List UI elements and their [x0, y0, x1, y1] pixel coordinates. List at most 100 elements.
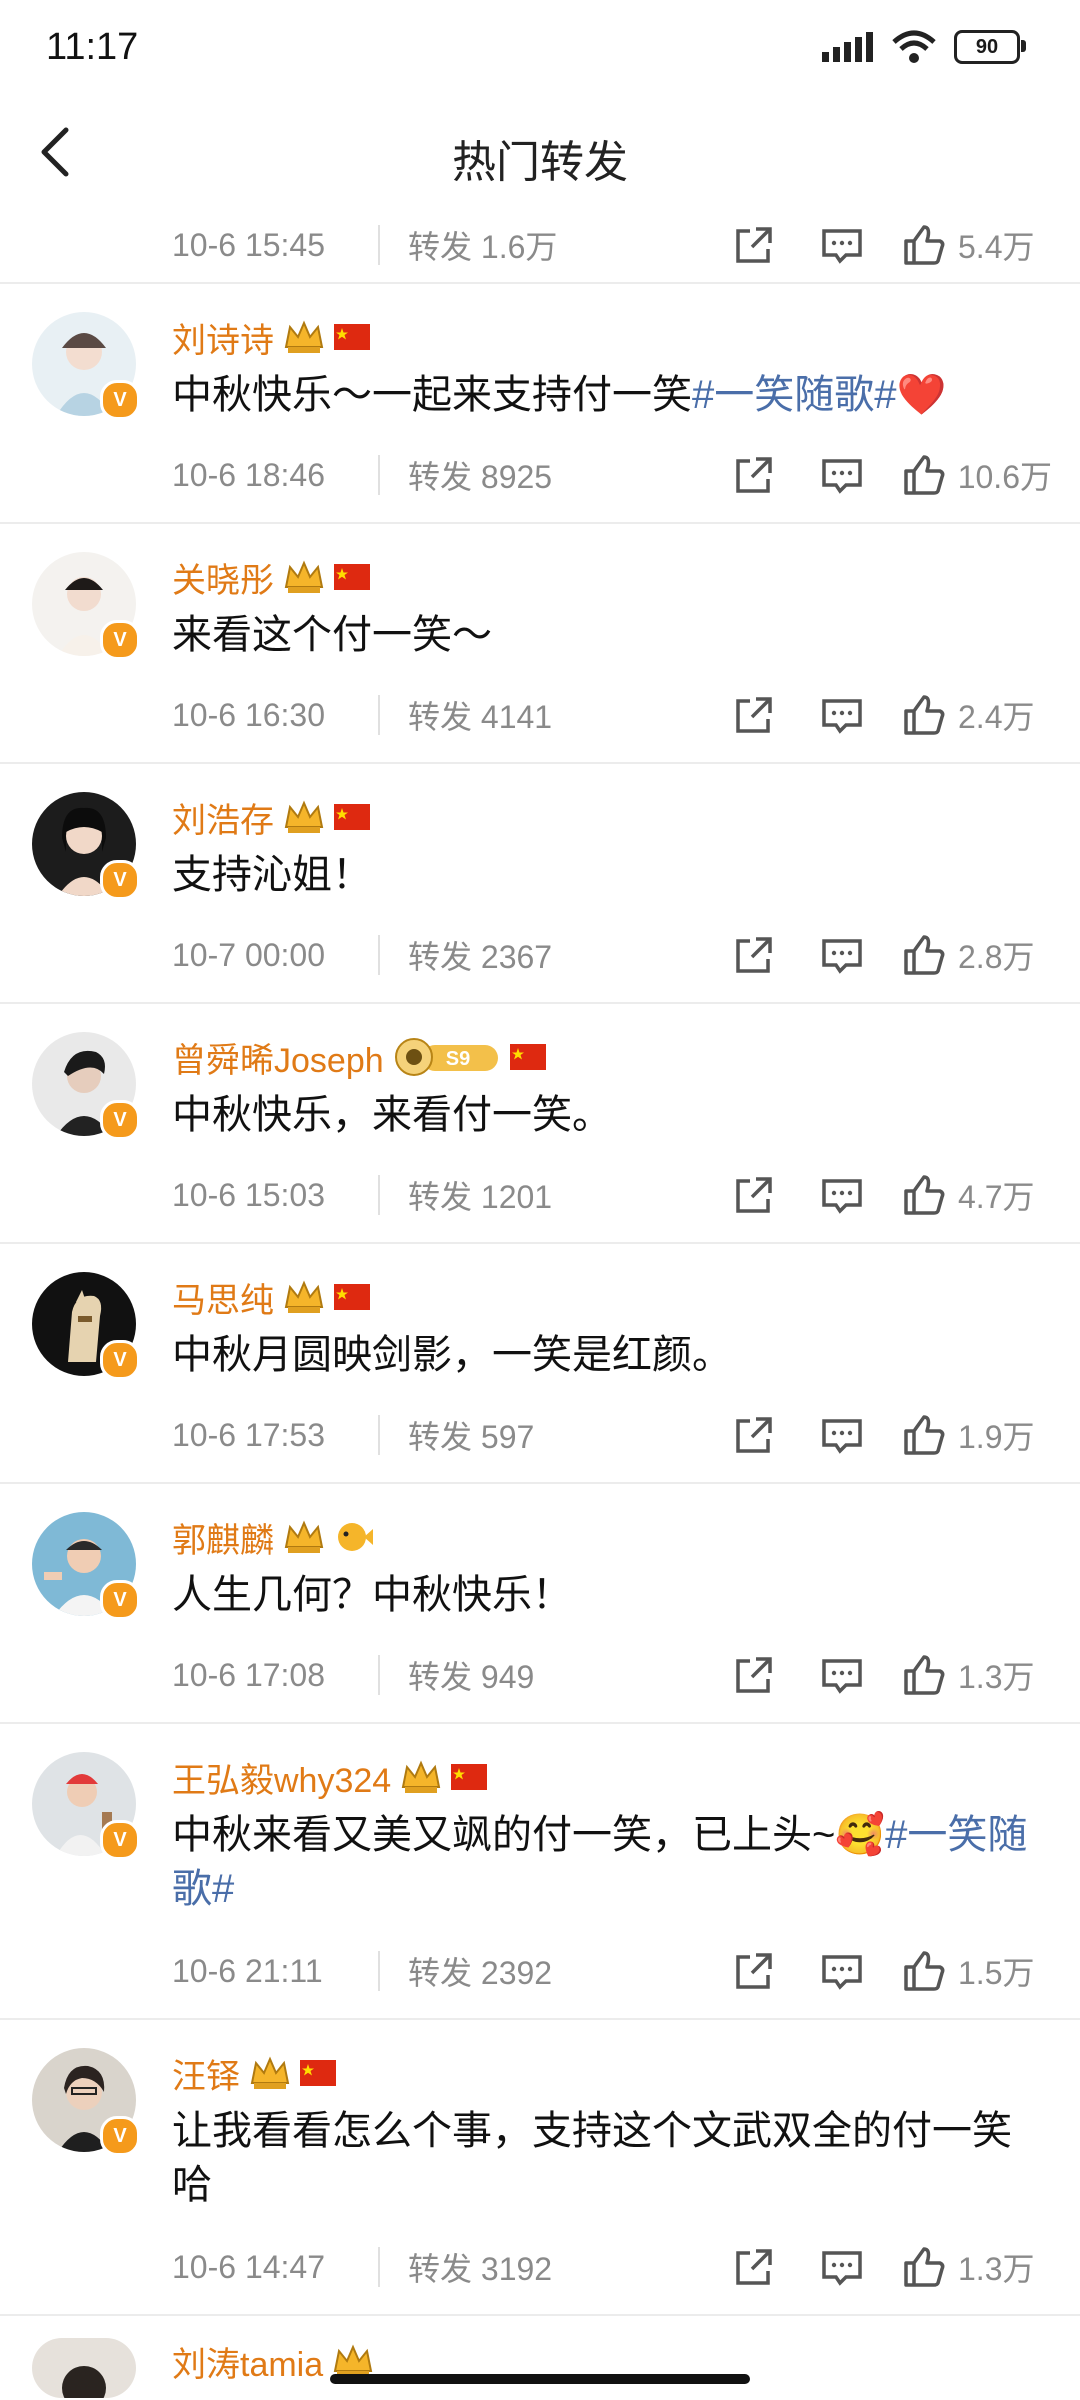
comment-icon[interactable]: [820, 1413, 864, 1457]
like-count: 1.3万: [958, 1659, 1035, 1695]
post-time: 10-6 15:03: [172, 1176, 326, 1213]
crown-badge-icon: [284, 560, 324, 593]
level-label: S9: [445, 1048, 469, 1070]
name-row: 王弘毅why324: [172, 1753, 488, 1802]
home-indicator[interactable]: [330, 2374, 750, 2384]
thumbs-up-icon: [904, 1175, 945, 1215]
verified-badge-icon: V: [100, 1340, 140, 1380]
share-icon[interactable]: [732, 223, 776, 267]
meta-divider: [378, 2247, 380, 2287]
like-button[interactable]: 1.5万: [902, 1948, 1052, 1994]
comment-icon[interactable]: [820, 1653, 864, 1697]
thumbs-up-icon: [904, 935, 945, 975]
post-text: 中秋快乐，来看付一笑。: [172, 1093, 612, 1137]
username[interactable]: 刘涛tamia: [172, 2337, 323, 2386]
name-row: 刘诗诗: [172, 314, 370, 360]
share-icon[interactable]: [732, 1413, 776, 1457]
battery-icon: 90: [954, 30, 1026, 64]
username[interactable]: 郭麒麟: [172, 1513, 274, 1562]
like-button[interactable]: 1.3万: [902, 1652, 1052, 1698]
like-button[interactable]: 5.4万: [902, 222, 1052, 268]
heart-emoji: ❤️: [896, 373, 947, 417]
share-icon[interactable]: [732, 1173, 776, 1217]
repost-count[interactable]: 转发 4141: [408, 692, 688, 738]
avatar[interactable]: [32, 2338, 136, 2398]
post-time: 10-7 00:00: [172, 936, 326, 973]
post-time: 10-6 17:53: [172, 1416, 326, 1453]
post-meta: 10-6 14:47 转发 3192 1.3万: [172, 2242, 1052, 2292]
meta-divider: [378, 1655, 380, 1695]
page-title: 热门转发: [452, 138, 628, 187]
post-meta: 10-6 16:30 转发 4141 2.4万: [172, 690, 1052, 740]
china-flag-icon: [509, 1044, 546, 1070]
username[interactable]: 汪铎: [172, 2049, 240, 2098]
share-icon[interactable]: [732, 693, 776, 737]
status-bar: 11:17 90: [0, 0, 1080, 100]
comment-icon[interactable]: [820, 223, 864, 267]
post-text: 中秋来看又美又飒的付一笑，已上头~🥰#一笑随歌#: [172, 1813, 1028, 1911]
repost-count[interactable]: 转发 2392: [408, 1948, 688, 1994]
comment-icon[interactable]: [820, 693, 864, 737]
china-flag-icon: [451, 1764, 488, 1790]
thumbs-up-icon: [904, 1415, 945, 1455]
username[interactable]: 马思纯: [172, 1273, 274, 1322]
username[interactable]: 刘诗诗: [172, 313, 274, 362]
repost-feed: 10-6 15:45 转发 1.6万 5.4万 V 刘诗诗 中秋快乐～一起来支持…: [0, 210, 1080, 2398]
post-time: 10-6 15:45: [172, 226, 326, 263]
meta-divider: [378, 695, 380, 735]
share-icon[interactable]: [732, 933, 776, 977]
like-count: 2.4万: [958, 699, 1035, 735]
share-icon[interactable]: [732, 1653, 776, 1697]
comment-icon[interactable]: [820, 453, 864, 497]
comment-icon[interactable]: [820, 1949, 864, 1993]
like-button[interactable]: 1.9万: [902, 1412, 1052, 1458]
repost-count[interactable]: 转发 949: [408, 1652, 688, 1698]
meta-divider: [378, 1415, 380, 1455]
thumbs-up-icon: [904, 1655, 945, 1695]
post-time: 10-6 18:46: [172, 456, 326, 493]
name-row: 郭麒麟: [172, 1514, 374, 1560]
username[interactable]: 刘浩存: [172, 793, 274, 842]
china-flag-icon: [300, 2060, 336, 2086]
thumbs-up-icon: [904, 695, 945, 735]
like-button[interactable]: 1.3万: [902, 2244, 1052, 2290]
pufferfish-badge-icon: [338, 1523, 373, 1551]
smiling-emoji: 🥰: [835, 1813, 886, 1857]
post-item: V 曾舜晞Joseph S9 中秋快乐，来看付一笑。 10-6 15:03 转发…: [0, 1004, 1080, 1242]
comment-icon[interactable]: [820, 2245, 864, 2289]
meta-divider: [378, 455, 380, 495]
repost-count[interactable]: 转发 2367: [408, 932, 688, 978]
like-button[interactable]: 10.6万: [902, 452, 1052, 498]
share-icon[interactable]: [732, 1949, 776, 1993]
comment-icon[interactable]: [820, 1173, 864, 1217]
like-button[interactable]: 4.7万: [902, 1172, 1052, 1218]
like-count: 1.3万: [958, 2251, 1035, 2287]
like-count: 1.9万: [958, 1419, 1035, 1455]
like-count: 5.4万: [958, 229, 1035, 265]
post-item: V 关晓彤 来看这个付一笑～ 10-6 16:30 转发 4141 2.4万: [0, 524, 1080, 762]
repost-count[interactable]: 转发 8925: [408, 452, 688, 498]
like-button[interactable]: 2.4万: [902, 692, 1052, 738]
share-icon[interactable]: [732, 453, 776, 497]
name-row: 刘浩存: [172, 794, 370, 840]
meta-divider: [378, 225, 380, 265]
crown-badge-icon: [284, 1280, 324, 1313]
repost-count[interactable]: 转发 3192: [408, 2244, 688, 2290]
post-meta: 10-6 17:53 转发 597 1.9万: [172, 1410, 1052, 1460]
share-icon[interactable]: [732, 2245, 776, 2289]
post-item: V 刘浩存 支持沁姐！ 10-7 00:00 转发 2367 2.8万: [0, 764, 1080, 1002]
post-item: V 郭麒麟 人生几何？中秋快乐！ 10-6 17:08 转发 949 1.3万: [0, 1484, 1080, 1722]
username[interactable]: 王弘毅why324: [172, 1753, 391, 1802]
username[interactable]: 关晓彤: [172, 553, 274, 602]
repost-count[interactable]: 转发 1.6万: [408, 222, 688, 268]
thumbs-up-icon: [904, 225, 945, 265]
like-button[interactable]: 2.8万: [902, 932, 1052, 978]
china-flag-icon: [334, 804, 370, 830]
repost-count[interactable]: 转发 597: [408, 1412, 688, 1458]
post-time: 10-6 17:08: [172, 1656, 326, 1693]
username[interactable]: 曾舜晞Joseph: [172, 1033, 384, 1082]
comment-icon[interactable]: [820, 933, 864, 977]
china-flag-icon: [334, 324, 370, 350]
repost-count[interactable]: 转发 1201: [408, 1172, 688, 1218]
hashtag-link[interactable]: #一笑随歌#: [692, 373, 897, 417]
